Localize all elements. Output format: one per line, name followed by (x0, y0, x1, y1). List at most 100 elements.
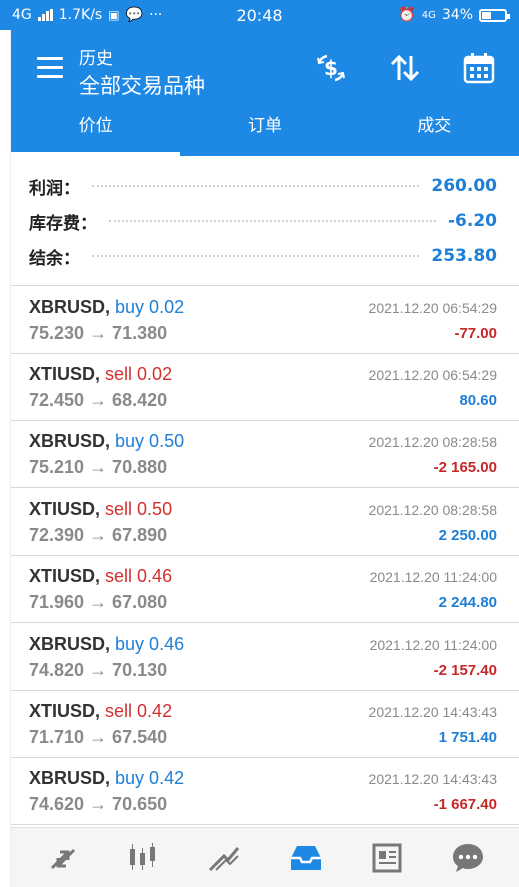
tab-positions[interactable]: 价位 (11, 106, 181, 156)
balance-value: 253.80 (431, 246, 497, 266)
deal-row[interactable]: XBRUSD, buy 0.02 75.230 → 71.380 2021.12… (11, 287, 519, 354)
deal-time: 2021.12.20 06:54:29 (368, 367, 497, 383)
profit-currency-icon[interactable]: $ (313, 50, 349, 86)
summary-balance-row: 结余： 253.80 (29, 239, 497, 273)
summary-profit-row: 利润： 260.00 (29, 169, 497, 203)
header-subtitle: 历史 (79, 49, 113, 69)
storage-label: 库存费： (29, 213, 97, 234)
deal-prices: 74.620 → 70.650 (29, 794, 168, 814)
bottom-nav (11, 827, 519, 887)
deal-row[interactable]: XBRUSD, buy 0.42 74.620 → 70.650 2021.12… (11, 758, 519, 825)
storage-value: -6.20 (448, 211, 497, 231)
deal-symbol: XTIUSD, (29, 701, 101, 721)
tab-bar: 价位 订单 成交 (11, 106, 519, 156)
deal-time: 2021.12.20 08:28:58 (368, 434, 497, 450)
sort-icon[interactable] (387, 50, 423, 86)
dotted-leader (92, 185, 420, 187)
profit-label: 利润： (29, 178, 80, 199)
deal-side: sell 0.46 (105, 566, 173, 586)
summary-panel: 利润： 260.00 库存费： -6.20 结余： 253.80 (11, 160, 519, 286)
more-icon: ··· (149, 7, 163, 23)
deal-time: 2021.12.20 08:28:58 (368, 502, 497, 518)
deal-prices: 72.390 → 67.890 (29, 525, 168, 545)
deal-prices: 74.820 → 70.130 (29, 660, 168, 680)
status-bar: 4G 1.7K/s ▣ 💬 ··· 20:48 ⏰ 4G 34% (0, 0, 519, 30)
deal-side: sell 0.50 (105, 499, 173, 519)
deal-time: 2021.12.20 14:43:43 (368, 771, 497, 787)
deal-side: sell 0.02 (105, 364, 173, 384)
deal-profit: -77.00 (454, 325, 497, 342)
deal-profit: -2 157.40 (433, 662, 497, 679)
messages-icon[interactable] (446, 838, 490, 878)
svg-text:$: $ (324, 56, 338, 80)
tab-orders[interactable]: 订单 (180, 106, 349, 156)
dotted-leader (92, 255, 420, 257)
deal-symbol-line: XTIUSD, sell 0.02 (29, 364, 172, 385)
deal-symbol-line: XTIUSD, sell 0.50 (29, 499, 172, 520)
dotted-leader (109, 220, 436, 222)
deal-symbol-line: XTIUSD, sell 0.42 (29, 701, 172, 722)
network-type: 4G (12, 7, 32, 23)
deal-symbol-line: XBRUSD, buy 0.42 (29, 768, 184, 789)
deal-symbol: XBRUSD, (29, 297, 111, 317)
deal-symbol-line: XBRUSD, buy 0.50 (29, 431, 184, 452)
deal-profit: -2 165.00 (433, 459, 497, 476)
battery-percent: 34% (441, 7, 473, 23)
chart-icon[interactable] (121, 838, 165, 878)
deal-side: buy 0.02 (115, 297, 185, 317)
chat-notification-icon: 💬 (125, 7, 144, 23)
battery-icon (479, 8, 510, 22)
deal-profit: 2 250.00 (438, 527, 497, 544)
deal-time: 2021.12.20 06:54:29 (368, 300, 497, 316)
deal-time: 2021.12.20 11:24:00 (369, 637, 497, 653)
profit-value: 260.00 (431, 176, 497, 196)
calendar-icon[interactable] (461, 50, 497, 86)
balance-label: 结余： (29, 248, 80, 269)
deal-row[interactable]: XTIUSD, sell 0.02 72.450 → 68.420 2021.1… (11, 354, 519, 421)
deal-side: sell 0.42 (105, 701, 173, 721)
deal-symbol: XTIUSD, (29, 566, 101, 586)
deal-prices: 75.230 → 71.380 (29, 323, 168, 343)
alarm-icon: ⏰ (398, 7, 416, 23)
history-icon[interactable] (284, 838, 328, 878)
network-speed: 1.7K/s (58, 7, 103, 23)
deal-side: buy 0.42 (115, 768, 185, 788)
left-edge (0, 30, 11, 887)
news-icon[interactable] (365, 838, 409, 878)
deal-symbol: XBRUSD, (29, 768, 111, 788)
deal-row[interactable]: XBRUSD, buy 0.46 74.820 → 70.130 2021.12… (11, 624, 519, 691)
deal-profit: -1 667.40 (433, 796, 497, 813)
deal-symbol-line: XBRUSD, buy 0.02 (29, 297, 184, 318)
sim-icon: ▣ (108, 8, 120, 22)
deal-row[interactable]: XBRUSD, buy 0.50 75.210 → 70.880 2021.12… (11, 421, 519, 488)
deal-side: buy 0.46 (115, 634, 185, 654)
symbol-filter[interactable]: 全部交易品种 (79, 70, 205, 100)
trade-icon[interactable] (202, 838, 246, 878)
deal-side: buy 0.50 (115, 431, 185, 451)
deal-prices: 71.960 → 67.080 (29, 592, 168, 612)
deal-profit: 2 244.80 (438, 594, 497, 611)
deal-time: 2021.12.20 14:43:43 (368, 704, 497, 720)
deal-row[interactable]: XTIUSD, sell 0.50 72.390 → 67.890 2021.1… (11, 489, 519, 556)
deal-symbol: XTIUSD, (29, 364, 101, 384)
app-header: 历史 全部交易品种 $ (11, 30, 519, 106)
deal-prices: 72.450 → 68.420 (29, 390, 168, 410)
summary-storage-row: 库存费： -6.20 (29, 204, 497, 238)
signal-icon (37, 9, 53, 21)
network-type-right: 4G (421, 9, 436, 21)
deal-symbol: XBRUSD, (29, 634, 111, 654)
deal-profit: 1 751.40 (438, 729, 497, 746)
deal-row[interactable]: XTIUSD, sell 0.42 71.710 → 67.540 2021.1… (11, 691, 519, 758)
deal-symbol: XTIUSD, (29, 499, 101, 519)
deal-prices: 75.210 → 70.880 (29, 457, 168, 477)
deal-time: 2021.12.20 11:24:00 (369, 569, 497, 585)
deal-prices: 71.710 → 67.540 (29, 727, 168, 747)
deal-row[interactable]: XTIUSD, sell 0.46 71.960 → 67.080 2021.1… (11, 556, 519, 623)
menu-icon[interactable] (37, 57, 63, 79)
deal-symbol-line: XBRUSD, buy 0.46 (29, 634, 184, 655)
deal-symbol: XBRUSD, (29, 431, 111, 451)
deal-symbol-line: XTIUSD, sell 0.46 (29, 566, 172, 587)
tab-deals[interactable]: 成交 (350, 106, 519, 156)
deal-profit: 80.60 (459, 392, 497, 409)
quotes-icon[interactable] (40, 838, 84, 878)
